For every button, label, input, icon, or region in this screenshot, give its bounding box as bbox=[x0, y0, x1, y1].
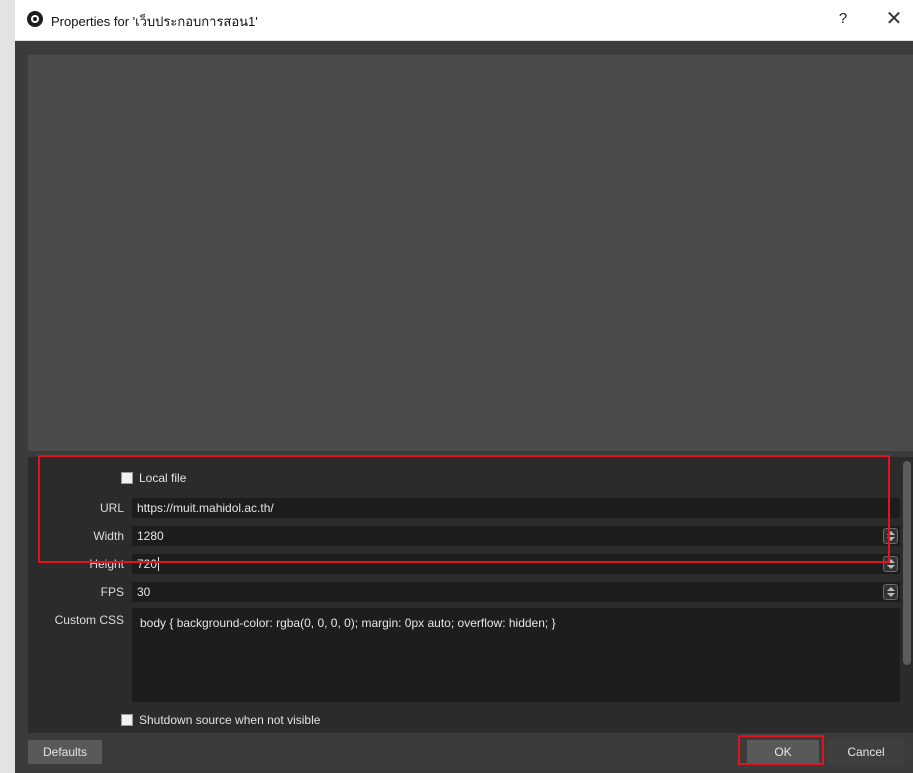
properties-scrollbar[interactable] bbox=[900, 457, 913, 733]
height-label: Height bbox=[89, 557, 124, 571]
close-icon[interactable]: ✕ bbox=[881, 6, 907, 32]
scrollbar-thumb[interactable] bbox=[903, 461, 911, 665]
background-strip bbox=[0, 0, 15, 773]
shutdown-label: Shutdown source when not visible bbox=[139, 713, 321, 727]
url-input[interactable]: https://muit.mahidol.ac.th/ bbox=[132, 498, 900, 518]
help-button[interactable]: ? bbox=[833, 8, 853, 30]
custom-css-textarea[interactable]: body { background-color: rgba(0, 0, 0, 0… bbox=[132, 608, 900, 702]
custom-css-label: Custom CSS bbox=[54, 613, 124, 627]
source-preview bbox=[28, 55, 913, 451]
text-cursor bbox=[158, 557, 160, 571]
spinbox-arrows-icon[interactable] bbox=[883, 528, 898, 544]
width-spinbox[interactable]: 1280 bbox=[132, 526, 900, 546]
title-bar: Properties for 'เว็บประกอบการสอน1' ? ✕ bbox=[15, 0, 913, 41]
fps-label: FPS bbox=[100, 585, 124, 599]
local-file-label: Local file bbox=[139, 471, 187, 485]
local-file-checkbox[interactable] bbox=[121, 472, 133, 484]
properties-dialog: Local file URL https://muit.mahidol.ac.t… bbox=[15, 41, 913, 773]
height-spinbox[interactable]: 720 bbox=[132, 554, 900, 574]
width-label: Width bbox=[93, 529, 124, 543]
fps-value: 30 bbox=[137, 585, 151, 599]
defaults-button[interactable]: Defaults bbox=[28, 740, 102, 764]
height-value: 720 bbox=[137, 557, 158, 571]
spinbox-arrows-icon[interactable] bbox=[883, 584, 898, 600]
cancel-button[interactable]: Cancel bbox=[827, 740, 905, 764]
fps-spinbox[interactable]: 30 bbox=[132, 582, 900, 602]
spinbox-arrows-icon[interactable] bbox=[883, 556, 898, 572]
url-label: URL bbox=[99, 501, 124, 515]
properties-panel: Local file URL https://muit.mahidol.ac.t… bbox=[28, 457, 900, 733]
obs-logo-icon bbox=[27, 11, 43, 27]
shutdown-checkbox[interactable] bbox=[121, 714, 133, 726]
width-value: 1280 bbox=[137, 529, 164, 543]
ok-button[interactable]: OK bbox=[747, 740, 819, 764]
window-title: Properties for 'เว็บประกอบการสอน1' bbox=[51, 14, 258, 29]
